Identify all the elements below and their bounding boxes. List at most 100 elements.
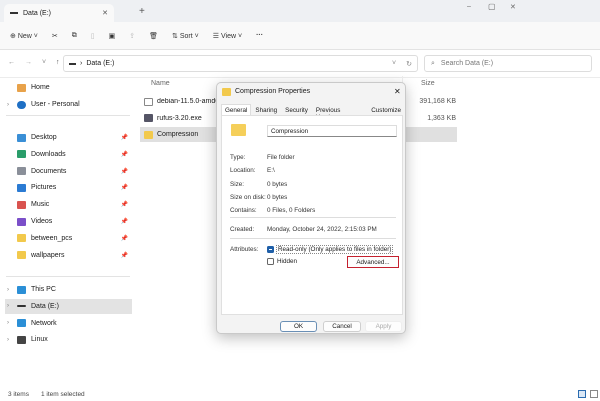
divider bbox=[6, 276, 130, 277]
back-icon[interactable]: ← bbox=[8, 59, 15, 66]
general-panel: Compression Type: File folder Location: E:\… bbox=[221, 115, 403, 315]
breadcrumb-chevron-icon: › bbox=[80, 60, 83, 67]
details-view-icon[interactable] bbox=[578, 390, 586, 398]
library-icon bbox=[17, 167, 26, 176]
command-bar: ⊕ New ˅ ✂ ⧉ ▯ ▣ ⇪ 🗑 ⇅ Sort ˅ ☰ View ˅ ··… bbox=[0, 22, 600, 50]
pin-icon[interactable]: 📌 bbox=[121, 252, 128, 259]
chevron-right-icon[interactable]: › bbox=[7, 337, 9, 343]
tiles-view-icon[interactable] bbox=[590, 390, 598, 398]
minimize-button[interactable]: – bbox=[467, 3, 471, 10]
nav-bottom-item[interactable]: › This PC bbox=[5, 282, 132, 297]
view-button[interactable]: ☰ View ˅ bbox=[213, 32, 242, 40]
dialog-close-button[interactable]: ✕ bbox=[394, 87, 401, 96]
drive-icon bbox=[69, 62, 76, 65]
cancel-button[interactable]: Cancel bbox=[323, 321, 361, 332]
plus-circle-icon: ⊕ bbox=[10, 32, 16, 40]
address-bar[interactable]: › Data (E:) ˅ ↻ bbox=[63, 55, 418, 72]
sort-icon: ⇅ bbox=[172, 32, 178, 40]
drive-icon bbox=[10, 12, 18, 14]
nav-quick-item[interactable]: Pictures 📌 bbox=[5, 180, 132, 195]
share-icon[interactable]: ⇪ bbox=[129, 32, 135, 40]
cut-icon[interactable]: ✂ bbox=[52, 32, 58, 40]
search-icon: ⌕ bbox=[431, 59, 435, 67]
title-bar: Data (E:) ✕ + – ▢ ✕ bbox=[0, 0, 600, 22]
column-header-name[interactable]: Name bbox=[151, 80, 170, 87]
home-icon bbox=[17, 83, 26, 92]
nav-quick-item[interactable]: Documents 📌 bbox=[5, 164, 132, 179]
file-icon bbox=[144, 97, 153, 106]
pin-icon[interactable]: 📌 bbox=[121, 151, 128, 158]
chevron-right-icon[interactable]: › bbox=[7, 303, 9, 309]
nav-user-personal[interactable]: › User - Personal bbox=[5, 97, 132, 112]
library-icon bbox=[17, 200, 26, 209]
navigation-pane: Home › User - Personal Desktop 📌 Downloads 📌… bbox=[0, 78, 133, 388]
copy-icon[interactable]: ⧉ bbox=[72, 32, 77, 40]
ok-button[interactable]: OK bbox=[280, 321, 317, 332]
close-tab-icon[interactable]: ✕ bbox=[102, 9, 108, 17]
forward-icon[interactable]: → bbox=[25, 59, 32, 66]
app-icon bbox=[144, 114, 153, 122]
status-bar: 3 items 1 item selected bbox=[0, 388, 600, 401]
rename-icon[interactable]: ▣ bbox=[109, 32, 116, 40]
search-input[interactable]: ⌕ Search Data (E:) bbox=[424, 55, 592, 72]
divider bbox=[230, 217, 396, 218]
library-icon bbox=[17, 150, 26, 159]
library-icon bbox=[17, 217, 26, 226]
network-icon bbox=[17, 319, 26, 328]
delete-icon[interactable]: 🗑 bbox=[149, 32, 158, 40]
divider bbox=[230, 238, 396, 239]
folder-icon bbox=[17, 234, 26, 243]
folder-name-input[interactable]: Compression bbox=[267, 125, 397, 137]
folder-icon bbox=[222, 88, 231, 96]
sort-button[interactable]: ⇅ Sort ˅ bbox=[172, 32, 199, 40]
refresh-icon[interactable]: ↻ bbox=[406, 60, 412, 68]
nav-quick-item[interactable]: Music 📌 bbox=[5, 197, 132, 212]
pin-icon[interactable]: 📌 bbox=[121, 235, 128, 242]
column-header-size[interactable]: Size bbox=[421, 80, 435, 87]
checkbox-icon bbox=[267, 258, 274, 265]
close-window-button[interactable]: ✕ bbox=[510, 3, 516, 11]
properties-dialog: Compression Properties ✕ General Sharing S… bbox=[216, 82, 406, 334]
pin-icon[interactable]: 📌 bbox=[121, 168, 128, 175]
view-icon: ☰ bbox=[212, 32, 220, 40]
hidden-checkbox[interactable]: Hidden bbox=[267, 258, 297, 265]
linux-icon bbox=[17, 335, 26, 344]
tab-data-e[interactable]: Data (E:) ✕ bbox=[4, 4, 114, 22]
pin-icon[interactable]: 📌 bbox=[121, 134, 128, 141]
folder-icon bbox=[144, 130, 153, 139]
library-icon bbox=[17, 183, 26, 192]
chevron-right-icon[interactable]: › bbox=[7, 102, 9, 108]
dialog-title: Compression Properties bbox=[235, 88, 311, 95]
readonly-checkbox[interactable]: Read-only (Only applies to files in fold… bbox=[267, 245, 394, 254]
nav-bottom-item[interactable]: › Network bbox=[5, 316, 132, 331]
maximize-button[interactable]: ▢ bbox=[488, 2, 496, 11]
folder-icon bbox=[17, 251, 26, 260]
pin-icon[interactable]: 📌 bbox=[121, 218, 128, 225]
chevron-right-icon[interactable]: › bbox=[7, 320, 9, 326]
new-button[interactable]: ⊕ New ˅ bbox=[10, 32, 38, 40]
pc-icon bbox=[17, 285, 26, 294]
nav-quick-item[interactable]: Videos 📌 bbox=[5, 214, 132, 229]
library-icon bbox=[17, 133, 26, 142]
nav-quick-item[interactable]: Downloads 📌 bbox=[5, 147, 132, 162]
pin-icon[interactable]: 📌 bbox=[121, 184, 128, 191]
nav-quick-item[interactable]: Desktop 📌 bbox=[5, 130, 132, 145]
up-icon[interactable]: ↑ bbox=[56, 59, 60, 66]
recent-chevron-icon[interactable]: ˅ bbox=[42, 59, 46, 66]
nav-home[interactable]: Home bbox=[5, 80, 132, 95]
apply-button[interactable]: Apply bbox=[365, 321, 402, 332]
new-tab-button[interactable]: + bbox=[139, 6, 145, 17]
nav-quick-item[interactable]: wallpapers 📌 bbox=[5, 248, 132, 263]
nav-bottom-item[interactable]: › Linux bbox=[5, 332, 132, 347]
advanced-button[interactable]: Advanced... bbox=[347, 256, 399, 268]
dropdown-icon[interactable]: ˅ bbox=[392, 60, 396, 67]
chevron-right-icon[interactable]: › bbox=[7, 287, 9, 293]
divider bbox=[6, 115, 130, 116]
nav-bottom-item[interactable]: › Data (E:) bbox=[5, 298, 132, 314]
pin-icon[interactable]: 📌 bbox=[121, 201, 128, 208]
breadcrumb[interactable]: Data (E:) bbox=[86, 60, 388, 67]
paste-icon[interactable]: ▯ bbox=[91, 32, 95, 40]
nav-quick-item[interactable]: between_pcs 📌 bbox=[5, 231, 132, 246]
more-button[interactable]: ··· bbox=[256, 32, 263, 39]
drive-icon bbox=[17, 305, 26, 308]
